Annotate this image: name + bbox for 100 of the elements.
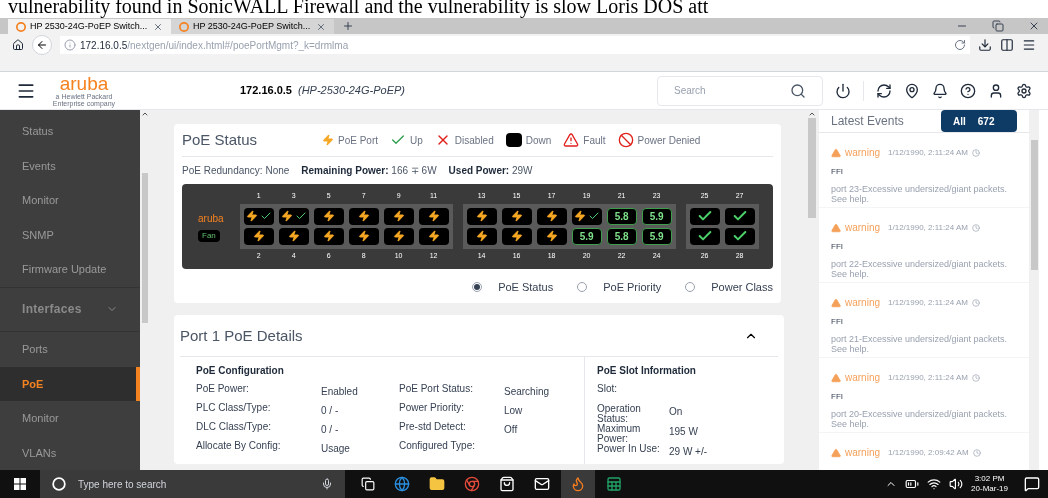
mail-icon[interactable] bbox=[534, 476, 550, 492]
switch-port[interactable] bbox=[313, 227, 344, 245]
switch-port[interactable] bbox=[313, 207, 344, 225]
info-icon bbox=[64, 39, 76, 51]
address-field[interactable]: 172.16.0.5/nextgen/ui/index.html#/poePortMgmt?_k=drmlma bbox=[60, 36, 970, 54]
clock-time[interactable]: 3:02 PM bbox=[974, 474, 1005, 484]
switch-port[interactable] bbox=[689, 207, 720, 225]
location-icon[interactable] bbox=[904, 82, 920, 99]
sidebar-icon[interactable] bbox=[1000, 38, 1014, 52]
restore-icon[interactable] bbox=[992, 20, 1004, 32]
scrollbar-thumb[interactable] bbox=[142, 173, 148, 323]
sidebar-item[interactable]: Monitor bbox=[0, 183, 140, 218]
radio-option[interactable]: Power Class bbox=[685, 278, 773, 295]
switch-port[interactable] bbox=[536, 207, 567, 225]
switch-port[interactable] bbox=[243, 227, 274, 245]
switch-port[interactable]: 5.9 bbox=[641, 207, 672, 225]
browser-tab[interactable]: HP 2530-24G-PoEP Switch... bbox=[8, 19, 171, 34]
scroll-up-icon[interactable] bbox=[141, 110, 149, 118]
filter-button[interactable]: All 672 bbox=[941, 110, 1017, 132]
folder-icon[interactable] bbox=[429, 476, 445, 492]
scrollbar-thumb[interactable] bbox=[1030, 140, 1038, 270]
field-label: Configured Type: bbox=[399, 440, 476, 451]
card-title: PoE Status bbox=[182, 130, 259, 150]
browser-tab[interactable]: HP 2530-24G-PoEP Switch... bbox=[171, 19, 334, 34]
taskbar-search-field[interactable]: Type here to search bbox=[40, 470, 345, 498]
user-icon[interactable] bbox=[988, 82, 1004, 99]
new-tab-icon[interactable] bbox=[342, 20, 354, 32]
switch-port[interactable] bbox=[501, 207, 532, 225]
menu-icon[interactable] bbox=[1022, 38, 1036, 52]
download-icon[interactable] bbox=[978, 38, 992, 52]
radio-option[interactable]: PoE Status bbox=[472, 278, 554, 295]
switch-port[interactable] bbox=[418, 207, 449, 225]
sidebar-item[interactable]: Status bbox=[0, 114, 140, 149]
switch-port[interactable] bbox=[466, 227, 497, 245]
lightning-icon bbox=[280, 210, 293, 222]
fan-indicator: Fan bbox=[198, 229, 220, 242]
switch-port[interactable] bbox=[278, 207, 309, 225]
firefox-icon[interactable] bbox=[570, 476, 586, 492]
sidebar-item[interactable]: Ports bbox=[0, 332, 140, 367]
field-label: Power In Use: bbox=[597, 443, 661, 454]
reload-icon[interactable] bbox=[954, 39, 966, 51]
windows-icon[interactable] bbox=[14, 478, 26, 490]
sidebar-item[interactable]: Monitor bbox=[0, 401, 140, 436]
field-value: Enabled bbox=[321, 384, 359, 399]
scroll-up-icon[interactable] bbox=[808, 110, 816, 118]
chrome-icon[interactable] bbox=[464, 476, 480, 492]
radio-option[interactable]: PoE Priority bbox=[577, 278, 662, 295]
bell-icon[interactable] bbox=[932, 82, 948, 99]
switch-port[interactable] bbox=[348, 207, 379, 225]
switch-port[interactable] bbox=[536, 227, 567, 245]
refresh-icon[interactable] bbox=[876, 82, 892, 99]
lightning-icon bbox=[427, 230, 440, 242]
switch-port[interactable] bbox=[348, 227, 379, 245]
clock-date[interactable]: 20-Mar-19 bbox=[971, 484, 1008, 494]
close-icon[interactable] bbox=[316, 21, 326, 32]
battery-icon[interactable] bbox=[905, 477, 920, 491]
field-label: Power Priority: bbox=[399, 402, 465, 413]
scrollbar[interactable] bbox=[140, 110, 150, 470]
home-icon[interactable] bbox=[12, 39, 24, 51]
store-icon[interactable] bbox=[499, 476, 515, 492]
sidebar-item[interactable]: PoE bbox=[0, 366, 140, 401]
switch-port[interactable] bbox=[383, 207, 414, 225]
sidebar-item[interactable]: Events bbox=[0, 148, 140, 183]
sidebar-item[interactable]: SNMP bbox=[0, 217, 140, 252]
wifi-icon[interactable] bbox=[927, 477, 942, 491]
lightning-icon bbox=[392, 210, 405, 222]
event-time: 1/12/1990, 2:11:24 AM bbox=[888, 221, 968, 234]
switch-port[interactable]: 5.9 bbox=[571, 227, 602, 245]
close-icon[interactable] bbox=[153, 21, 163, 32]
notifications-icon[interactable] bbox=[1024, 476, 1040, 492]
switch-port[interactable] bbox=[571, 207, 602, 225]
scrollbar[interactable] bbox=[805, 110, 819, 470]
field-label: Allocate By Config: bbox=[196, 440, 282, 451]
switch-port[interactable] bbox=[724, 207, 755, 225]
switch-port[interactable]: 5.8 bbox=[606, 207, 637, 225]
switch-port[interactable] bbox=[689, 227, 720, 245]
prohibited-icon bbox=[617, 132, 634, 149]
close-icon[interactable] bbox=[1028, 20, 1040, 32]
power-icon[interactable] bbox=[835, 82, 851, 99]
help-icon[interactable] bbox=[960, 82, 976, 99]
back-button[interactable] bbox=[32, 35, 52, 55]
scrollbar[interactable] bbox=[1029, 110, 1039, 470]
excel-icon[interactable] bbox=[606, 476, 622, 492]
switch-port[interactable] bbox=[383, 227, 414, 245]
browser-icon[interactable] bbox=[394, 476, 410, 492]
task-view-icon[interactable] bbox=[361, 477, 375, 491]
sidebar-item[interactable]: VLANs bbox=[0, 435, 140, 470]
switch-port[interactable] bbox=[724, 227, 755, 245]
settings-icon[interactable] bbox=[1016, 82, 1032, 99]
switch-port[interactable] bbox=[418, 227, 449, 245]
switch-port[interactable] bbox=[466, 207, 497, 225]
switch-port[interactable]: 5.9 bbox=[641, 227, 672, 245]
switch-port[interactable]: 5.8 bbox=[606, 227, 637, 245]
sidebar-item[interactable]: Firmware Update bbox=[0, 252, 140, 287]
scrollbar-thumb[interactable] bbox=[808, 118, 816, 218]
switch-port[interactable] bbox=[501, 227, 532, 245]
switch-port[interactable] bbox=[278, 227, 309, 245]
event-source: FFI bbox=[831, 241, 844, 253]
switch-port[interactable] bbox=[243, 207, 274, 225]
volume-icon[interactable] bbox=[949, 477, 964, 491]
